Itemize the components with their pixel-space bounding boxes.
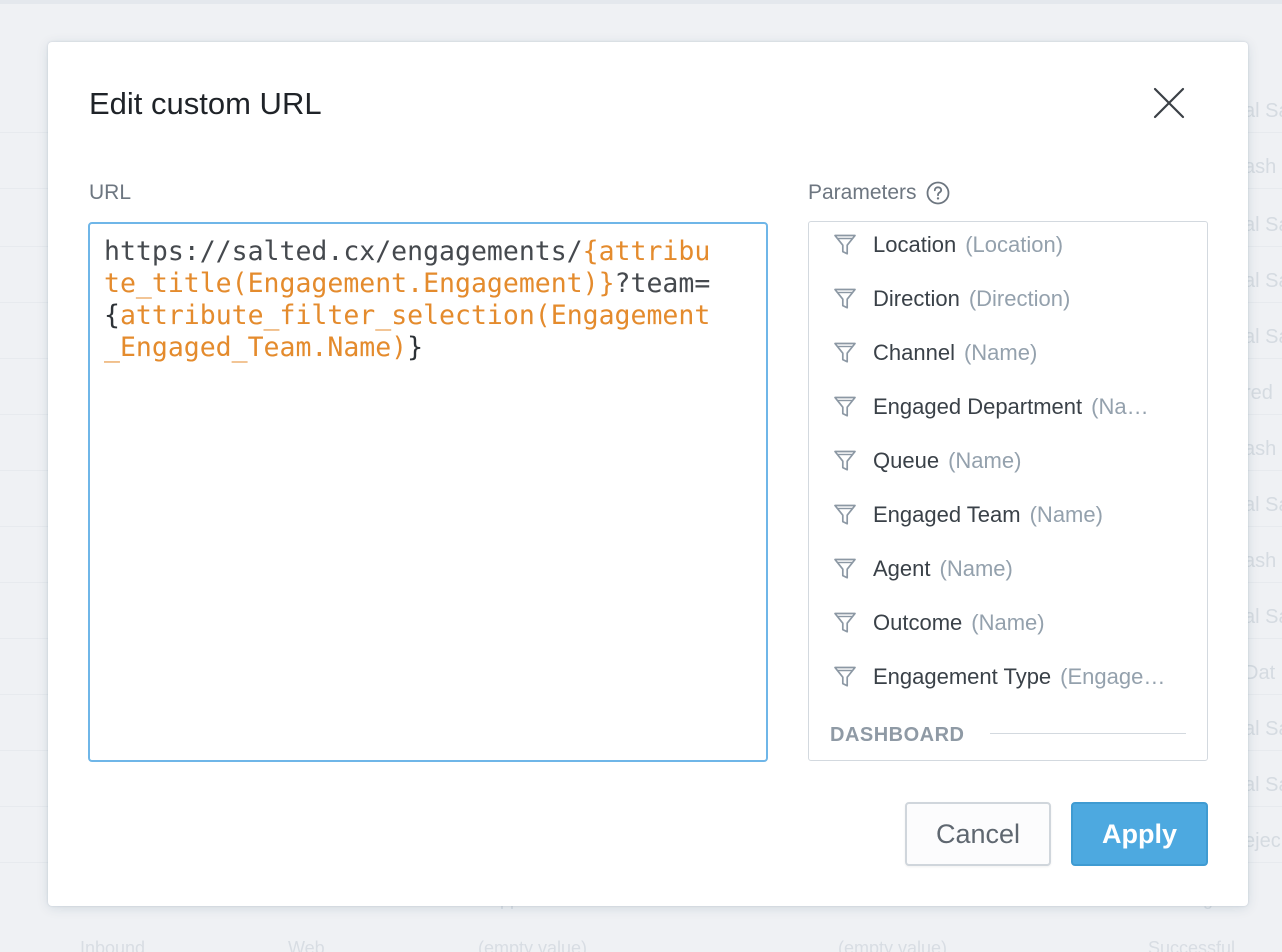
parameter-item-outcome[interactable]: Outcome (Name) [809, 596, 1207, 650]
close-icon [1153, 87, 1185, 119]
url-line: _Engaged_Team.Name)} [104, 332, 752, 364]
filter-funnel-icon [834, 396, 856, 417]
parameter-hint: (Name) [948, 448, 1022, 473]
edit-custom-url-dialog: Edit custom URL URL Parameters https://s… [48, 42, 1248, 906]
parameter-name: Engagement Type [873, 664, 1052, 689]
parameter-item-location[interactable]: Location (Location) [809, 222, 1207, 272]
section-divider [990, 733, 1186, 734]
parameter-name: Engaged Team [873, 502, 1021, 527]
parameter-hint: (Direction) [968, 286, 1071, 311]
parameter-name: Agent [873, 556, 931, 581]
url-parameter-token: _Engaged_Team.Name) [104, 332, 408, 363]
dialog-title: Edit custom URL [89, 86, 322, 121]
url-line: https://salted.cx/engagements/{attribu [104, 236, 752, 268]
filter-funnel-icon [834, 504, 856, 525]
question-circle-icon[interactable] [926, 181, 950, 205]
url-line: {attribute_filter_selection(Engagement [104, 300, 752, 332]
parameter-item-engaged-team[interactable]: Engaged Team (Name) [809, 488, 1207, 542]
parameter-name: Channel [873, 340, 955, 365]
parameter-hint: (Name) [939, 556, 1013, 581]
url-parameter-token: te_title(Engagement.Engagement)} [104, 268, 615, 299]
parameter-name: Location [873, 232, 957, 257]
parameter-name: Direction [873, 286, 960, 311]
url-parameter-token: attribute_filter_selection(Engagement [119, 300, 711, 331]
parameter-hint: (Na… [1091, 394, 1149, 419]
parameter-hint: (Name) [1029, 502, 1103, 527]
url-text-token: } [407, 332, 424, 363]
url-text-token: https://salted.cx/engagements/ [104, 236, 583, 267]
section-header-dashboard: DASHBOARD [830, 724, 965, 746]
filter-funnel-icon [834, 666, 856, 687]
parameter-hint: (Engage… [1060, 664, 1166, 689]
apply-button[interactable]: Apply [1071, 802, 1208, 866]
parameter-hint: (Location) [965, 232, 1064, 257]
url-text-token: ?team= [614, 268, 711, 299]
parameter-name: Outcome [873, 610, 963, 635]
parameter-name: Queue [873, 448, 940, 473]
parameter-item-direction[interactable]: Direction (Direction) [809, 272, 1207, 326]
url-parameter-token: {attribu [582, 236, 711, 267]
parameter-item-engagement-type[interactable]: Engagement Type (Engage… [809, 650, 1207, 704]
parameters-list[interactable]: DASHBOARD Location (Location) Direction (Di… [808, 221, 1208, 761]
parameters-label: Parameters [808, 181, 917, 204]
filter-funnel-icon [834, 288, 856, 309]
close-button[interactable] [1148, 82, 1190, 124]
cancel-button[interactable]: Cancel [905, 802, 1051, 866]
parameter-hint: (Name) [963, 340, 1038, 365]
parameters-label-row: Parameters [808, 181, 950, 205]
parameter-item-channel[interactable]: Channel (Name) [809, 326, 1207, 380]
parameter-item-queue[interactable]: Queue (Name) [809, 434, 1207, 488]
filter-funnel-icon [834, 342, 856, 363]
filter-funnel-icon [834, 558, 856, 579]
url-editor[interactable]: https://salted.cx/engagements/{attribu te… [88, 222, 768, 762]
parameter-item-engaged-department[interactable]: Engaged Department (Na… [809, 380, 1207, 434]
parameter-hint: (Name) [971, 610, 1045, 635]
filter-funnel-icon [834, 450, 856, 471]
url-line: te_title(Engagement.Engagement)}?team= [104, 268, 752, 300]
filter-funnel-icon [834, 612, 856, 633]
filter-funnel-icon [834, 234, 856, 255]
parameter-name: Engaged Department [873, 394, 1083, 419]
parameter-item-agent[interactable]: Agent (Name) [809, 542, 1207, 596]
url-text-token: { [104, 300, 120, 331]
url-label: URL [89, 181, 132, 204]
